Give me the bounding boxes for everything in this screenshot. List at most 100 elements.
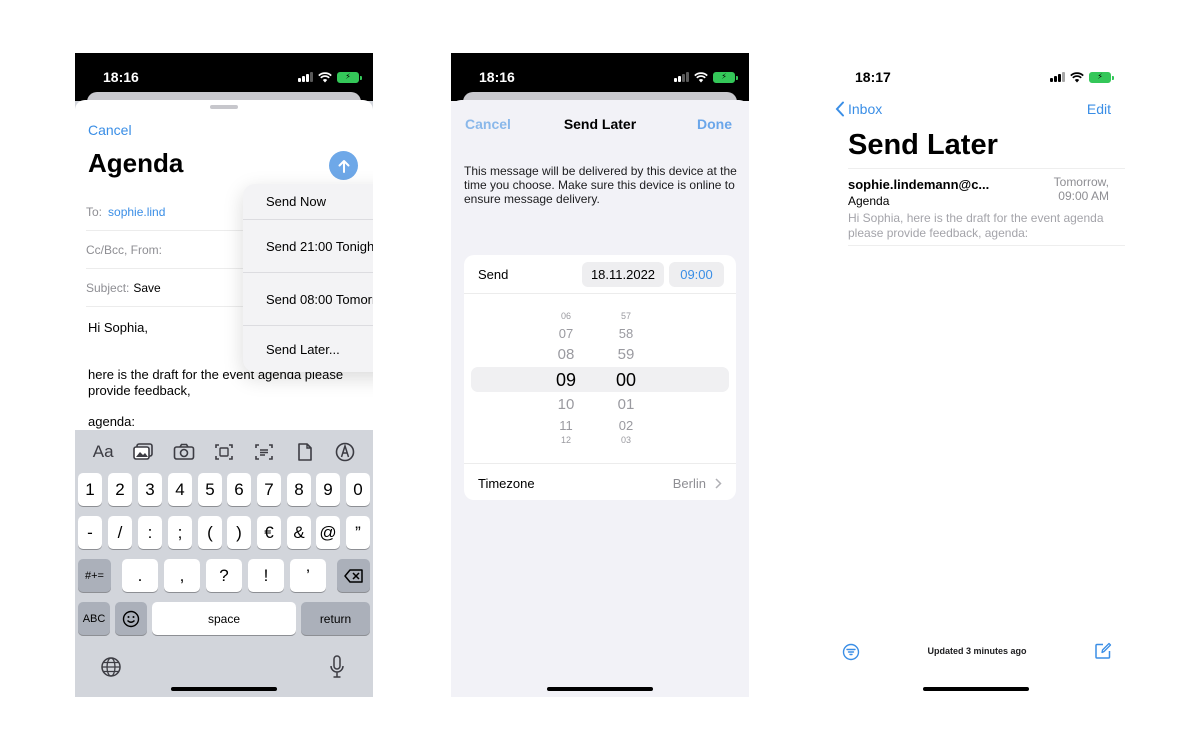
- cellular-signal-icon: [1050, 72, 1065, 82]
- key[interactable]: -: [78, 516, 102, 549]
- backspace-key[interactable]: [337, 559, 370, 592]
- hour-option[interactable]: 10: [548, 396, 584, 413]
- body-line[interactable]: agenda:: [88, 414, 367, 430]
- battery-charging-icon: ⚡: [713, 71, 738, 83]
- minute-selected[interactable]: 00: [608, 370, 644, 391]
- space-key[interactable]: space: [152, 602, 296, 635]
- photo-library-icon[interactable]: [129, 443, 157, 461]
- filter-icon[interactable]: [842, 643, 860, 661]
- home-indicator: [171, 687, 277, 691]
- battery-charging-icon: ⚡: [337, 71, 362, 83]
- timezone-row[interactable]: Timezone Berlin: [464, 464, 736, 500]
- key[interactable]: ’: [290, 559, 326, 592]
- time-button[interactable]: 09:00: [669, 262, 724, 287]
- keyboard-row-bottom: ABC space return: [75, 602, 373, 635]
- to-label: To:: [86, 204, 103, 219]
- hour-selected[interactable]: 09: [548, 370, 584, 391]
- bottom-toolbar: Updated 3 minutes ago: [827, 641, 1125, 665]
- key[interactable]: 3: [138, 473, 162, 506]
- key[interactable]: 2: [108, 473, 132, 506]
- cancel-button[interactable]: Cancel: [465, 116, 511, 132]
- date-button[interactable]: 18.11.2022: [582, 262, 664, 287]
- backspace-icon: [343, 568, 363, 583]
- cc-label: Cc/Bcc, From:: [86, 242, 163, 257]
- globe-icon[interactable]: [100, 656, 122, 678]
- key[interactable]: 8: [287, 473, 311, 506]
- subject-label: Subject:: [86, 280, 130, 295]
- key[interactable]: ): [227, 516, 251, 549]
- return-key[interactable]: return: [301, 602, 370, 635]
- picker-selection-band: [471, 367, 729, 392]
- key[interactable]: &: [287, 516, 311, 549]
- back-to-inbox-button[interactable]: Inbox: [835, 101, 882, 117]
- time-picker[interactable]: 06 07 08 09 10 11 12 57 58 59 00 01 02 0…: [464, 293, 736, 464]
- menu-item-send-later[interactable]: Send Later...: [243, 326, 373, 372]
- emoji-icon: [122, 610, 140, 627]
- text-format-icon[interactable]: Aa: [89, 442, 117, 462]
- key[interactable]: ;: [168, 516, 192, 549]
- hour-option[interactable]: 08: [548, 346, 584, 363]
- send-options-menu: Send Now Send 21:00 Tonight Send 08:00 T…: [243, 184, 373, 372]
- edit-button[interactable]: Edit: [1087, 101, 1111, 117]
- minute-option[interactable]: 03: [608, 436, 644, 444]
- timezone-value: Berlin: [672, 475, 706, 491]
- mail-subject: Agenda: [848, 194, 890, 208]
- key[interactable]: /: [108, 516, 132, 549]
- key[interactable]: (: [198, 516, 222, 549]
- format-toolbar: Aa: [75, 433, 373, 471]
- compose-icon[interactable]: [1094, 642, 1112, 660]
- minute-option[interactable]: 01: [608, 396, 644, 413]
- minute-option[interactable]: 59: [608, 346, 644, 363]
- scan-text-icon[interactable]: [250, 443, 278, 461]
- attach-file-icon[interactable]: [291, 443, 319, 461]
- minute-option[interactable]: 57: [608, 312, 644, 320]
- to-recipient[interactable]: sophie.lind: [108, 205, 165, 219]
- microphone-icon[interactable]: [329, 655, 345, 679]
- menu-item-send-tomorrow[interactable]: Send 08:00 Tomorrow: [243, 273, 373, 326]
- menu-item-send-now[interactable]: Send Now: [243, 184, 373, 220]
- markup-icon[interactable]: [331, 442, 359, 462]
- send-row: Send 18.11.2022 09:00: [464, 255, 736, 293]
- keyboard-row-numbers: 1 2 3 4 5 6 7 8 9 0: [75, 473, 373, 506]
- send-button[interactable]: [329, 151, 358, 180]
- key[interactable]: 7: [257, 473, 281, 506]
- key[interactable]: ?: [206, 559, 242, 592]
- key[interactable]: .: [122, 559, 158, 592]
- key[interactable]: ”: [346, 516, 370, 549]
- sheet-grabber[interactable]: [210, 105, 238, 109]
- key[interactable]: @: [316, 516, 340, 549]
- scan-document-icon[interactable]: [210, 443, 238, 461]
- subject-value: Save: [133, 280, 161, 295]
- key[interactable]: 6: [227, 473, 251, 506]
- key[interactable]: €: [257, 516, 281, 549]
- hour-option[interactable]: 07: [548, 326, 584, 341]
- minute-option[interactable]: 58: [608, 326, 644, 341]
- chevron-right-icon: [715, 477, 722, 489]
- hour-option[interactable]: 12: [548, 436, 584, 444]
- mail-list-item[interactable]: sophie.lindemann@c... Tomorrow, 09:00 AM…: [848, 168, 1125, 246]
- done-button[interactable]: Done: [697, 116, 732, 132]
- menu-item-send-tonight[interactable]: Send 21:00 Tonight: [243, 220, 373, 273]
- key[interactable]: 9: [316, 473, 340, 506]
- hour-option[interactable]: 06: [548, 312, 584, 320]
- minute-option[interactable]: 02: [608, 418, 644, 433]
- key[interactable]: 1: [78, 473, 102, 506]
- key[interactable]: !: [248, 559, 284, 592]
- camera-icon[interactable]: [170, 443, 198, 461]
- key[interactable]: :: [138, 516, 162, 549]
- compose-title: Agenda: [88, 148, 184, 178]
- mail-sender: sophie.lindemann@c...: [848, 177, 990, 192]
- more-symbols-key[interactable]: #+=: [78, 559, 111, 592]
- hour-option[interactable]: 11: [548, 418, 584, 433]
- scheduled-day: Tomorrow,: [1053, 175, 1109, 189]
- key[interactable]: 5: [198, 473, 222, 506]
- back-label: Inbox: [848, 101, 883, 117]
- battery-charging-icon: ⚡: [1089, 71, 1114, 83]
- key[interactable]: 0: [346, 473, 370, 506]
- key[interactable]: ,: [164, 559, 200, 592]
- cancel-button[interactable]: Cancel: [88, 122, 132, 138]
- keyboard-row-punct: #+= . , ? ! ’: [75, 559, 373, 592]
- abc-key[interactable]: ABC: [78, 602, 110, 635]
- key[interactable]: 4: [168, 473, 192, 506]
- emoji-key[interactable]: [115, 602, 147, 635]
